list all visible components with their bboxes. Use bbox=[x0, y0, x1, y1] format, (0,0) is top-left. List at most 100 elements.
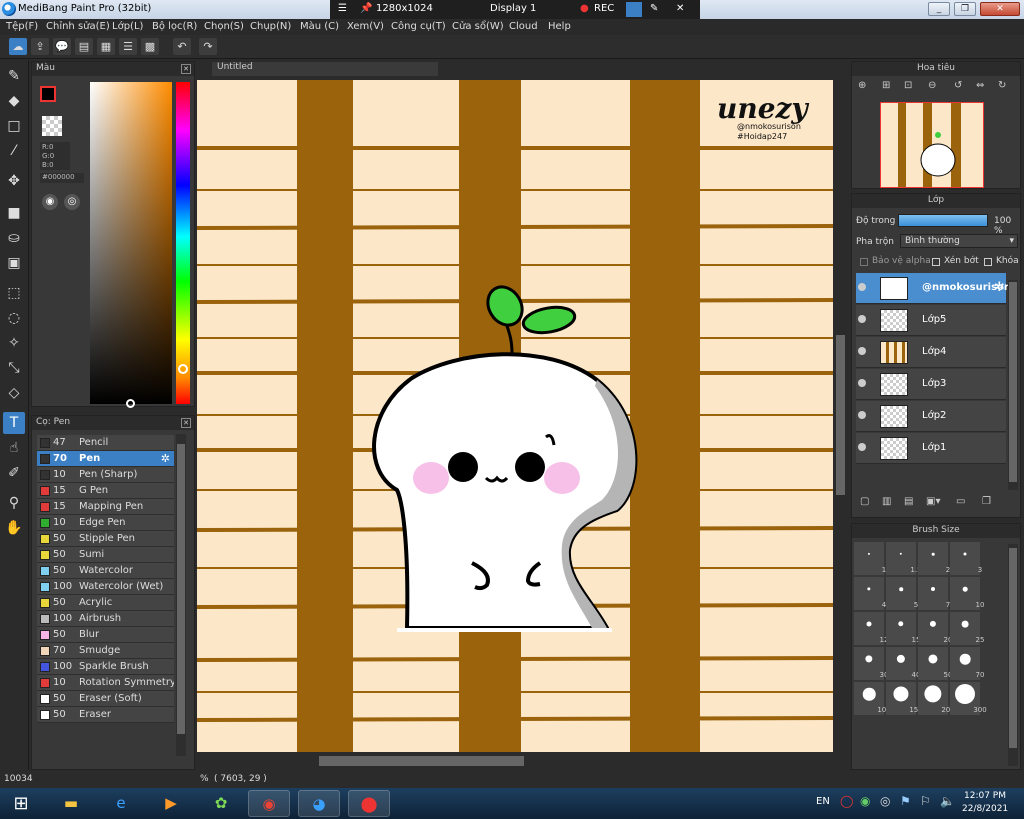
layer-row[interactable]: Lớp4 bbox=[856, 337, 1006, 368]
brush-item[interactable]: 50 Sumi bbox=[37, 547, 174, 563]
camera-icon[interactable] bbox=[626, 2, 642, 17]
tray-status-icon[interactable]: ◉ bbox=[860, 794, 870, 808]
brush-size-option[interactable]: 50 bbox=[918, 647, 952, 680]
gear-icon[interactable]: ✲ bbox=[994, 280, 1005, 295]
brush-item[interactable]: 50 Watercolor bbox=[37, 563, 174, 579]
brush-size-option[interactable]: 5 bbox=[886, 577, 918, 610]
media-icon[interactable]: ▶ bbox=[150, 790, 192, 817]
canvas-vertical-scroll-thumb[interactable] bbox=[836, 335, 845, 495]
hand-tool-icon[interactable]: ✋ bbox=[3, 517, 25, 539]
brush-item[interactable]: 10 Pen (Sharp) bbox=[37, 467, 174, 483]
visibility-icon[interactable] bbox=[858, 411, 866, 419]
brush-size-option[interactable]: 2 bbox=[918, 542, 950, 575]
cloud-icon[interactable]: ☁ bbox=[9, 38, 27, 55]
clock-time[interactable]: 12:07 PM bbox=[964, 791, 1006, 801]
select-pen-icon[interactable]: ⤡ bbox=[3, 357, 25, 379]
brush-size-option[interactable]: 15 bbox=[886, 612, 920, 645]
brush-size-option[interactable]: 30 bbox=[854, 647, 888, 680]
visibility-icon[interactable] bbox=[858, 443, 866, 451]
bucket-tool-icon[interactable]: ⛀ bbox=[3, 227, 25, 249]
close-button[interactable]: ✕ bbox=[980, 2, 1020, 16]
close-icon[interactable]: ✕ bbox=[181, 418, 191, 428]
brush-size-option[interactable]: 200 bbox=[918, 682, 955, 715]
brush-item[interactable]: 10 Rotation Symmetry P bbox=[37, 675, 174, 691]
layer-row[interactable]: Lớp1 bbox=[856, 433, 1006, 464]
fill-rect-tool-icon[interactable]: ■ bbox=[3, 202, 25, 224]
navigator-preview[interactable] bbox=[880, 102, 984, 188]
blend-mode-select[interactable]: Bình thường ▾ bbox=[900, 234, 1018, 248]
clock-date[interactable]: 22/8/2021 bbox=[962, 804, 1008, 814]
brush-item[interactable]: 100 Watercolor (Wet) bbox=[37, 579, 174, 595]
brush-item[interactable]: 50 Blur bbox=[37, 627, 174, 643]
grid-icon[interactable]: ▩ bbox=[141, 38, 159, 55]
brush-item[interactable]: 100 Airbrush bbox=[37, 611, 174, 627]
select-eraser-icon[interactable]: ◇ bbox=[3, 382, 25, 404]
canvas-horizontal-scrollbar[interactable] bbox=[197, 752, 837, 770]
menu-icon[interactable]: ☰ bbox=[338, 3, 347, 14]
layer-row[interactable]: Lớp2 bbox=[856, 401, 1006, 432]
transparent-swatch[interactable] bbox=[42, 116, 62, 136]
brush-size-option[interactable]: 300 bbox=[950, 682, 987, 715]
record-icon[interactable]: ● bbox=[580, 3, 589, 14]
gear-icon[interactable]: ✲ bbox=[161, 452, 170, 465]
brush-item[interactable]: 10 Edge Pen bbox=[37, 515, 174, 531]
rotate-left-icon[interactable]: ↺ bbox=[954, 80, 962, 91]
brush-size-option[interactable]: 40 bbox=[886, 647, 920, 680]
maximize-button[interactable]: ❐ bbox=[954, 2, 976, 16]
zoom-in-icon[interactable]: ⊕ bbox=[858, 80, 866, 91]
hue-slider[interactable] bbox=[176, 82, 190, 404]
brush-item[interactable]: 50 Stipple Pen bbox=[37, 531, 174, 547]
pen-icon[interactable]: ✎ bbox=[650, 3, 658, 14]
layer-row[interactable]: Lớp5 bbox=[856, 305, 1006, 336]
menu-window[interactable]: Cửa sổ(W) bbox=[452, 21, 504, 32]
visibility-icon[interactable] bbox=[858, 283, 866, 291]
brush-item[interactable]: 15 Mapping Pen bbox=[37, 499, 174, 515]
layer-scrollbar[interactable] bbox=[1008, 280, 1018, 490]
display-label[interactable]: Display 1 bbox=[490, 3, 536, 14]
brush-list-scrollbar[interactable] bbox=[176, 434, 186, 756]
menu-help[interactable]: Help bbox=[548, 21, 571, 32]
clipping-checkbox[interactable] bbox=[932, 258, 940, 266]
brush-item[interactable]: 15 G Pen bbox=[37, 483, 174, 499]
tray-network-icon[interactable]: ⚑ bbox=[900, 794, 911, 808]
zoom-out-icon[interactable]: ⊖ bbox=[928, 80, 936, 91]
comment-icon[interactable]: ▤ bbox=[75, 38, 93, 55]
explorer-icon[interactable]: ▬ bbox=[50, 790, 92, 817]
add-layer-menu-icon[interactable]: ▣▾ bbox=[926, 496, 940, 507]
brush-item[interactable]: 50 Acrylic bbox=[37, 595, 174, 611]
page-icon[interactable]: ▦ bbox=[97, 38, 115, 55]
brush-size-option[interactable]: 10 bbox=[950, 577, 984, 610]
zoom-actual-icon[interactable]: ⊡ bbox=[904, 80, 912, 91]
brush-size-option[interactable]: 1.5 bbox=[886, 542, 922, 575]
new-layer-icon[interactable]: ▢ bbox=[860, 496, 869, 507]
brush-item[interactable]: 70 Smudge bbox=[37, 643, 174, 659]
brush-size-option[interactable]: 100 bbox=[854, 682, 891, 715]
visibility-icon[interactable] bbox=[858, 347, 866, 355]
flip-icon[interactable]: ⇔ bbox=[976, 80, 984, 91]
layer-row[interactable]: Lớp3 bbox=[856, 369, 1006, 400]
brush-size-option[interactable]: 3 bbox=[950, 542, 982, 575]
pin-icon[interactable]: 📌 bbox=[360, 3, 372, 14]
brush-size-option[interactable]: 150 bbox=[886, 682, 923, 715]
menu-capture[interactable]: Chụp(N) bbox=[250, 21, 291, 32]
opacity-slider[interactable] bbox=[898, 214, 988, 227]
language-indicator[interactable]: EN bbox=[816, 796, 830, 807]
brush-size-option[interactable]: 25 bbox=[950, 612, 984, 645]
close-capture-icon[interactable]: ✕ bbox=[676, 3, 684, 14]
copy-layer-icon[interactable]: ❐ bbox=[982, 496, 991, 507]
brush-size-option[interactable]: 4 bbox=[854, 577, 886, 610]
hue-cursor[interactable] bbox=[178, 364, 188, 374]
layer-row[interactable]: @nmokosurison ✲ bbox=[856, 273, 1011, 304]
tray-opera-icon[interactable]: ◯ bbox=[840, 794, 853, 808]
brush-size-scroll-thumb[interactable] bbox=[1009, 548, 1017, 748]
brush-size-scrollbar[interactable] bbox=[1008, 544, 1018, 766]
divide-tool-icon[interactable]: ✐ bbox=[3, 462, 25, 484]
folder-icon[interactable]: ▭ bbox=[956, 496, 965, 507]
line-tool-icon[interactable]: ⁄ bbox=[3, 140, 25, 162]
visibility-icon[interactable] bbox=[858, 315, 866, 323]
menu-edit[interactable]: Chỉnh sửa(E) bbox=[46, 21, 110, 32]
eyedropper-icon[interactable]: ⚲ bbox=[3, 492, 25, 514]
hex-value[interactable]: #000000 bbox=[40, 173, 84, 183]
chrome-icon[interactable]: ◉ bbox=[248, 790, 290, 817]
brush-item[interactable]: 100 Sparkle Brush bbox=[37, 659, 174, 675]
